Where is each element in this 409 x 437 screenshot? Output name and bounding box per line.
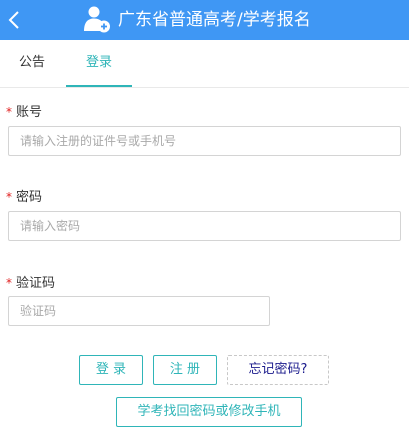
- chevron-left-icon: [8, 11, 19, 29]
- account-label-text: 账号: [16, 105, 43, 120]
- app-header: 广东省普通高考/学考报名: [0, 0, 409, 40]
- account-input[interactable]: [8, 126, 401, 156]
- tab-login[interactable]: 登录: [66, 40, 132, 87]
- captcha-input[interactable]: [8, 296, 270, 326]
- required-mark: *: [6, 276, 12, 290]
- retrieve-password-button[interactable]: 学考找回密码或修改手机: [116, 397, 302, 427]
- forgot-password-button[interactable]: 忘记密码?: [227, 355, 329, 385]
- register-button[interactable]: 注 册: [153, 355, 217, 385]
- account-label: * 账号: [6, 101, 42, 120]
- back-button[interactable]: [4, 6, 24, 34]
- page-title: 广东省普通高考/学考报名: [118, 10, 311, 30]
- user-add-icon: [84, 6, 110, 33]
- tab-bar: 公告 登录: [0, 40, 409, 88]
- captcha-label-text: 验证码: [16, 276, 56, 291]
- tab-notice[interactable]: 公告: [6, 40, 58, 87]
- login-button[interactable]: 登 录: [79, 355, 143, 385]
- password-label-text: 密码: [16, 190, 43, 205]
- captcha-label: * 验证码: [6, 272, 55, 291]
- password-label: * 密码: [6, 186, 42, 205]
- required-mark: *: [6, 190, 12, 204]
- required-mark: *: [6, 105, 12, 119]
- password-input[interactable]: [8, 211, 401, 241]
